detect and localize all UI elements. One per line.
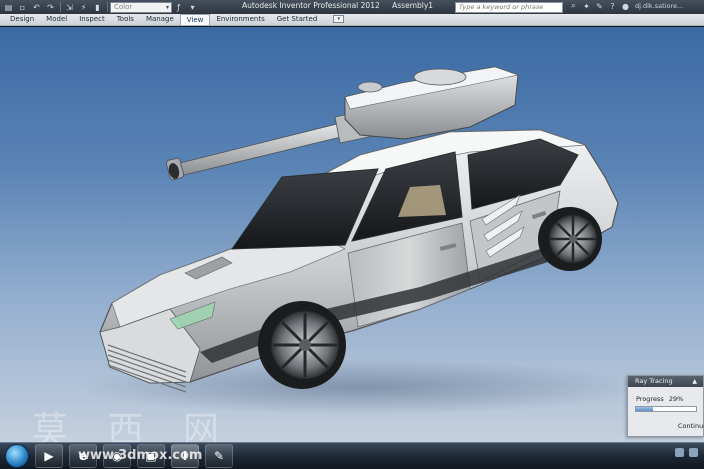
- tab-design[interactable]: Design: [4, 14, 40, 25]
- car-model-render: [80, 66, 640, 415]
- measure-icon[interactable]: ▮: [91, 1, 104, 13]
- ribbon-toggle-button[interactable]: ▾: [333, 15, 345, 23]
- system-tray: [675, 448, 698, 457]
- start-orb-icon[interactable]: [5, 444, 29, 468]
- graphics-viewport[interactable]: 莫 西 网: [0, 27, 704, 442]
- ray-tracing-panel: Ray Tracing ▲ Progress 29% Continue: [627, 375, 704, 437]
- binoculars-icon[interactable]: ⌕: [568, 1, 579, 11]
- tray-icon[interactable]: [675, 448, 684, 457]
- subscription-icon[interactable]: ✦: [581, 2, 592, 11]
- user-icon[interactable]: ●: [620, 2, 631, 11]
- tab-manage[interactable]: Manage: [140, 14, 180, 25]
- help-icon[interactable]: ?: [607, 2, 618, 11]
- title-bar: ▤ ▫ ↶ ↷ ⇲ ⚡ ▮ Color ▾ ƒ ▾ Autodesk Inven…: [0, 0, 704, 14]
- redo-icon[interactable]: ↷: [44, 1, 57, 13]
- tab-tools[interactable]: Tools: [111, 14, 140, 25]
- chevron-down-icon: ▾: [165, 3, 169, 11]
- title-icons: ⌕ ✦ ✎ ? ● dj.dik.satiore...: [568, 1, 683, 11]
- media-player-icon[interactable]: ▶: [35, 444, 63, 468]
- app-title: Autodesk Inventor Professional 2012: [242, 1, 380, 10]
- app-menu-icon[interactable]: ▤: [2, 1, 15, 13]
- document-title: Assembly1: [392, 1, 434, 10]
- color-select[interactable]: Color ▾: [110, 1, 172, 13]
- new-icon[interactable]: ▫: [16, 1, 29, 13]
- separator: [60, 2, 61, 12]
- progress-value: 29%: [668, 395, 684, 403]
- select-icon[interactable]: ⇲: [63, 1, 76, 13]
- quick-access-toolbar: ▤ ▫ ↶ ↷ ⇲ ⚡ ▮ Color ▾ ƒ ▾: [0, 0, 200, 14]
- update-icon[interactable]: ⚡: [77, 1, 90, 13]
- progress-label: Progress: [636, 395, 664, 403]
- tab-view[interactable]: View: [179, 14, 211, 25]
- paint-icon[interactable]: ✎: [205, 444, 233, 468]
- tab-model[interactable]: Model: [40, 14, 73, 25]
- progress-fill: [636, 407, 654, 411]
- watermark-text: 莫 西 网: [32, 410, 233, 442]
- progress-bar: [635, 406, 697, 412]
- undo-icon[interactable]: ↶: [30, 1, 43, 13]
- window-title: Autodesk Inventor Professional 2012 Asse…: [242, 1, 443, 10]
- tab-inspect[interactable]: Inspect: [73, 14, 111, 25]
- color-select-value: Color: [114, 2, 133, 11]
- collapse-icon[interactable]: ▲: [692, 376, 697, 387]
- continue-button[interactable]: Continue: [678, 422, 704, 430]
- ray-tracing-title: Ray Tracing: [635, 377, 673, 385]
- search-input[interactable]: Type a keyword or phrase: [455, 2, 563, 13]
- ribbon-tabs: Design Model Inspect Tools Manage View E…: [0, 14, 704, 26]
- watermark-url: www.3dmox.com: [78, 448, 203, 463]
- formula-icon[interactable]: ƒ: [172, 1, 185, 13]
- progress-row: Progress 29%: [628, 387, 703, 403]
- more-tools-icon[interactable]: ▾: [186, 1, 199, 13]
- separator: [107, 2, 108, 12]
- tools-icon[interactable]: ✎: [594, 2, 605, 11]
- tray-icon[interactable]: [689, 448, 698, 457]
- tab-environments[interactable]: Environments: [210, 14, 270, 25]
- user-name[interactable]: dj.dik.satiore...: [635, 2, 683, 10]
- ray-tracing-header[interactable]: Ray Tracing ▲: [628, 376, 703, 387]
- tab-get-started[interactable]: Get Started: [271, 14, 324, 25]
